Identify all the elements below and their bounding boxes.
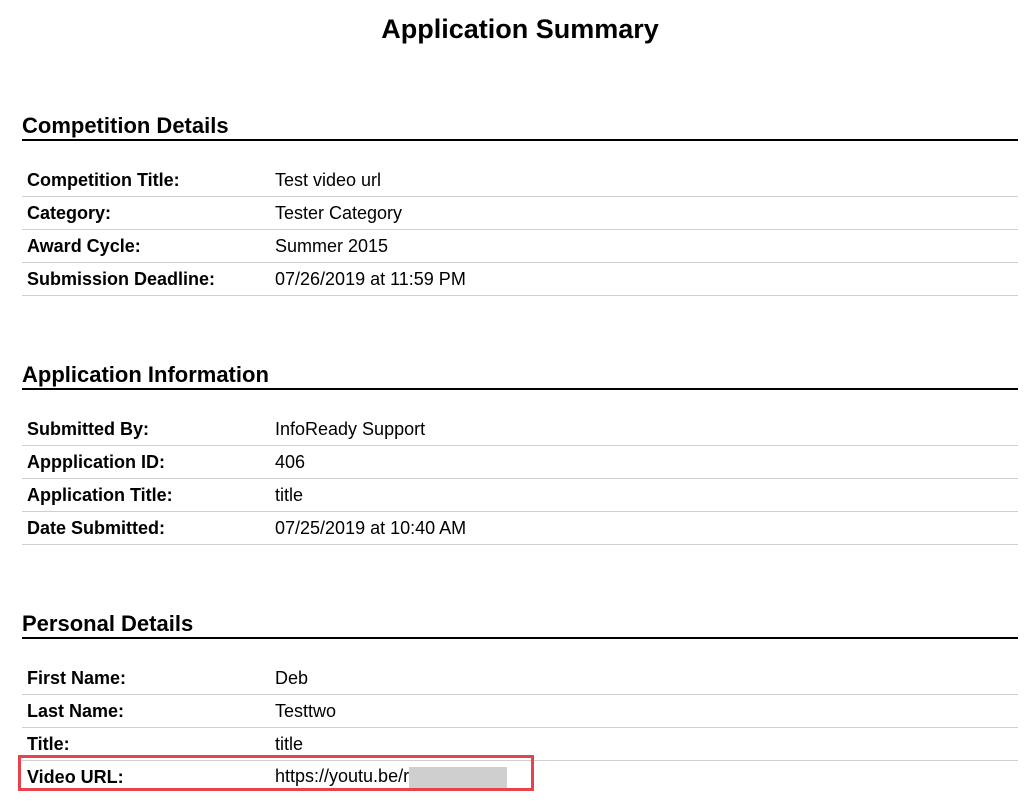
field-label: Last Name: xyxy=(27,700,125,721)
field-value: InfoReady Support xyxy=(275,418,426,439)
personal-details-table: First Name: Deb Last Name: Testtwo Title… xyxy=(22,662,1018,793)
table-row: Appplication ID: 406 xyxy=(22,446,1018,479)
field-value: Tester Category xyxy=(275,202,403,223)
field-value: Summer 2015 xyxy=(275,235,389,256)
field-label: Submission Deadline: xyxy=(27,268,216,289)
table-row: Last Name: Testtwo xyxy=(22,695,1018,728)
application-information-section: Application Information Submitted By: In… xyxy=(22,362,1018,545)
field-value: title xyxy=(275,484,304,505)
table-row: Category: Tester Category xyxy=(22,197,1018,230)
field-label: First Name: xyxy=(27,667,127,688)
table-row: Submitted By: InfoReady Support xyxy=(22,413,1018,446)
table-row: Award Cycle: Summer 2015 xyxy=(22,230,1018,263)
field-value: Testtwo xyxy=(275,700,337,721)
table-row: Date Submitted: 07/25/2019 at 10:40 AM xyxy=(22,512,1018,545)
competition-details-section: Competition Details Competition Title: T… xyxy=(22,113,1018,296)
table-row: Submission Deadline: 07/26/2019 at 11:59… xyxy=(22,263,1018,296)
table-row: Title: title xyxy=(22,728,1018,761)
section-title: Personal Details xyxy=(22,611,1018,639)
field-label: Competition Title: xyxy=(27,169,180,190)
field-value: Deb xyxy=(275,667,309,688)
video-url-value[interactable]: https://youtu.be/r xyxy=(275,766,1018,788)
field-label: Title: xyxy=(27,733,70,754)
table-row: Application Title: title xyxy=(22,479,1018,512)
application-information-table: Submitted By: InfoReady Support Appplica… xyxy=(22,413,1018,545)
personal-details-section: Personal Details First Name: Deb Last Na… xyxy=(22,611,1018,793)
table-row-video-url: Video URL: https://youtu.be/r xyxy=(22,761,1018,793)
field-value: Test video url xyxy=(275,169,382,190)
field-label: Submitted By: xyxy=(27,418,150,439)
field-label: Appplication ID: xyxy=(27,451,165,472)
section-title: Competition Details xyxy=(22,113,1018,141)
field-value: 07/25/2019 at 10:40 AM xyxy=(275,517,467,538)
field-label: Category: xyxy=(27,202,112,223)
field-label: Award Cycle: xyxy=(27,235,141,256)
field-value: 406 xyxy=(275,451,306,472)
field-label: Video URL: xyxy=(27,766,124,787)
competition-details-table: Competition Title: Test video url Catego… xyxy=(22,164,1018,296)
field-value: title xyxy=(275,733,304,754)
video-url-text[interactable]: https://youtu.be/r xyxy=(275,766,409,786)
section-title: Application Information xyxy=(22,362,1018,390)
table-row: First Name: Deb xyxy=(22,662,1018,695)
table-row: Competition Title: Test video url xyxy=(22,164,1018,197)
field-label: Application Title: xyxy=(27,484,173,505)
redaction-block xyxy=(409,766,508,788)
field-label: Date Submitted: xyxy=(27,517,166,538)
page-title: Application Summary xyxy=(381,14,659,44)
field-value: 07/26/2019 at 11:59 PM xyxy=(275,268,466,289)
